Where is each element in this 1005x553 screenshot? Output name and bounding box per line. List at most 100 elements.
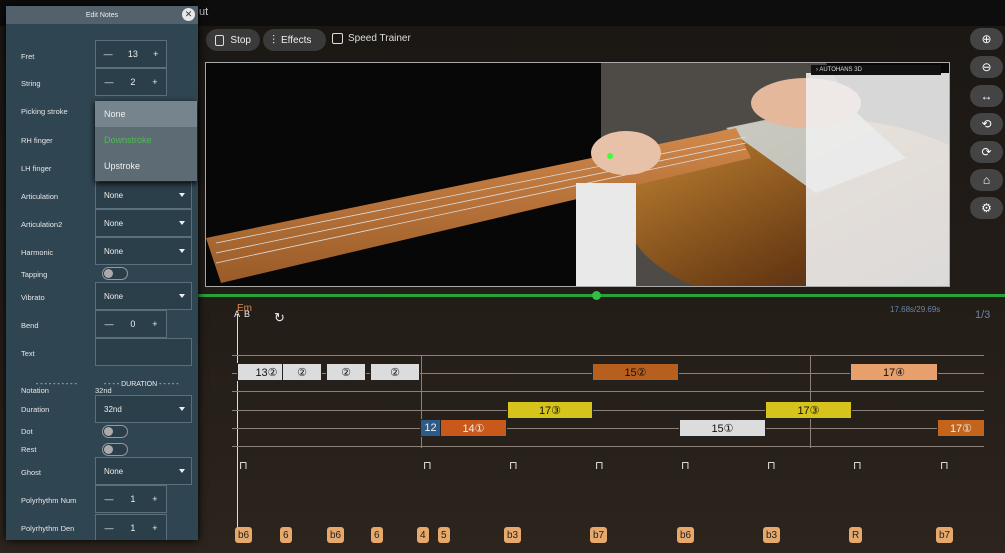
tab-note[interactable]: 14① xyxy=(440,419,507,437)
plus-icon[interactable]: + xyxy=(152,77,157,87)
interval-badge: b6 xyxy=(235,527,253,543)
duration-label: Duration xyxy=(21,405,50,414)
duration-select[interactable]: 32nd xyxy=(95,395,192,423)
text-input[interactable] xyxy=(95,338,192,366)
fit-width-icon: ↔ xyxy=(980,89,993,103)
sliders-icon: ⫶ xyxy=(272,32,276,47)
polyrhythm-num-value: 1 xyxy=(130,494,136,504)
progress-bar[interactable] xyxy=(198,294,1005,297)
page-indicator: 1/3 xyxy=(975,309,991,321)
home-icon: ⌂ xyxy=(982,173,991,187)
vibrato-label: Vibrato xyxy=(21,293,45,302)
rest-toggle[interactable] xyxy=(102,443,128,456)
harmonic-select[interactable]: None xyxy=(95,237,192,265)
zoom-out-button[interactable]: ⊖ xyxy=(970,56,1003,78)
tab-note[interactable]: ② xyxy=(370,363,420,381)
ghost-label: Ghost xyxy=(21,468,42,477)
ghost-value: None xyxy=(104,466,124,476)
zoom-in-icon: ⊕ xyxy=(981,32,992,46)
tab-note[interactable]: 17④ xyxy=(850,363,938,381)
tab-note[interactable]: 12 xyxy=(420,419,441,437)
downstroke-icon: ⊓ xyxy=(509,460,518,472)
minus-icon[interactable]: — xyxy=(104,77,113,87)
lh-finger-label: LH finger xyxy=(21,164,52,173)
home-button[interactable]: ⌂ xyxy=(970,169,1003,191)
minus-icon[interactable]: — xyxy=(104,319,113,329)
articulation-select[interactable]: None xyxy=(95,181,192,209)
loop-reset-icon[interactable]: ↻ xyxy=(274,310,285,326)
tab-note[interactable]: 17③ xyxy=(507,401,593,419)
dot-toggle[interactable] xyxy=(102,425,128,438)
articulation2-label: Articulation2 xyxy=(21,220,63,229)
bend-label: Bend xyxy=(21,321,39,330)
plus-icon[interactable]: + xyxy=(152,319,157,329)
speed-trainer-toggle[interactable]: Speed Trainer xyxy=(332,33,411,44)
interval-badge: b6 xyxy=(677,527,695,543)
stop-button[interactable]: Stop xyxy=(206,29,260,51)
ghost-select[interactable]: None xyxy=(95,457,192,485)
rotate-left-button[interactable]: ⟲ xyxy=(970,113,1003,135)
downstroke-icon: ⊓ xyxy=(423,460,432,472)
picking-stroke-dropdown[interactable]: None Downstroke Upstroke xyxy=(95,101,197,181)
polyrhythm-num-label: Polyrhythm Num xyxy=(21,496,77,505)
rotate-right-button[interactable]: ⟳ xyxy=(970,141,1003,163)
stop-icon xyxy=(215,34,225,46)
tab-note[interactable]: 15① xyxy=(679,419,766,437)
zoom-out-icon: ⊖ xyxy=(981,60,992,74)
minus-icon[interactable]: — xyxy=(104,523,113,533)
vibrato-select[interactable]: None xyxy=(95,282,192,310)
bend-stepper[interactable]: — 0 + xyxy=(95,310,167,338)
plus-icon[interactable]: + xyxy=(152,523,157,533)
loop-b-marker[interactable]: B xyxy=(244,309,250,319)
minus-icon[interactable]: — xyxy=(104,494,113,504)
interval-badge: b3 xyxy=(504,527,522,543)
interval-badge: 6 xyxy=(371,527,383,543)
articulation2-value: None xyxy=(104,218,124,228)
fit-width-button[interactable]: ↔ xyxy=(970,85,1003,107)
tab-note[interactable]: 17① xyxy=(937,419,985,437)
effects-button[interactable]: ⫶ Effects xyxy=(263,29,326,51)
app-title: ut xyxy=(199,6,209,18)
articulation2-select[interactable]: None xyxy=(95,209,192,237)
polyrhythm-den-stepper[interactable]: — 1 + xyxy=(95,514,167,540)
tab-note[interactable]: 17③ xyxy=(765,401,852,419)
string-line xyxy=(232,355,984,356)
polyrhythm-den-label: Polyrhythm Den xyxy=(21,524,75,533)
guitar-scene-image xyxy=(206,63,949,286)
downstroke-icon: ⊓ xyxy=(940,460,949,472)
articulation-value: None xyxy=(104,190,124,200)
rh-finger-label: RH finger xyxy=(21,136,53,145)
interval-badge: b7 xyxy=(936,527,954,543)
chevron-down-icon xyxy=(179,193,185,197)
panel-title: Edit Notes xyxy=(85,11,119,19)
bend-value: 0 xyxy=(130,319,136,329)
fret-stepper[interactable]: — 13 + xyxy=(95,40,167,68)
downstroke-icon: ⊓ xyxy=(681,460,690,472)
string-stepper[interactable]: — 2 + xyxy=(95,68,167,96)
string-line xyxy=(232,446,984,447)
speed-trainer-checkbox[interactable] xyxy=(332,33,343,44)
progress-knob[interactable] xyxy=(592,291,601,300)
video-player[interactable]: › AUTOHANS 3D xyxy=(205,62,950,287)
plus-icon[interactable]: + xyxy=(153,49,158,59)
plus-icon[interactable]: + xyxy=(152,494,157,504)
tab-note[interactable]: ② xyxy=(326,363,366,381)
speed-trainer-label: Speed Trainer xyxy=(348,33,411,44)
option-downstroke[interactable]: Downstroke xyxy=(95,127,197,153)
notation-label: Notation xyxy=(21,386,49,395)
articulation-label: Articulation xyxy=(21,192,59,201)
settings-button[interactable]: ⚙ xyxy=(970,197,1003,219)
playback-cursor xyxy=(237,314,238,539)
chevron-down-icon xyxy=(179,469,185,473)
tapping-toggle[interactable] xyxy=(102,267,128,280)
string-line xyxy=(232,428,984,429)
tab-note[interactable]: 15② xyxy=(592,363,679,381)
zoom-in-button[interactable]: ⊕ xyxy=(970,28,1003,50)
tab-note[interactable]: ② xyxy=(282,363,322,381)
close-icon[interactable]: ✕ xyxy=(182,8,195,21)
option-upstroke[interactable]: Upstroke xyxy=(95,153,197,179)
polyrhythm-num-stepper[interactable]: — 1 + xyxy=(95,485,167,513)
minus-icon[interactable]: — xyxy=(104,49,113,59)
option-none[interactable]: None xyxy=(95,101,197,127)
effects-label: Effects xyxy=(281,34,312,46)
